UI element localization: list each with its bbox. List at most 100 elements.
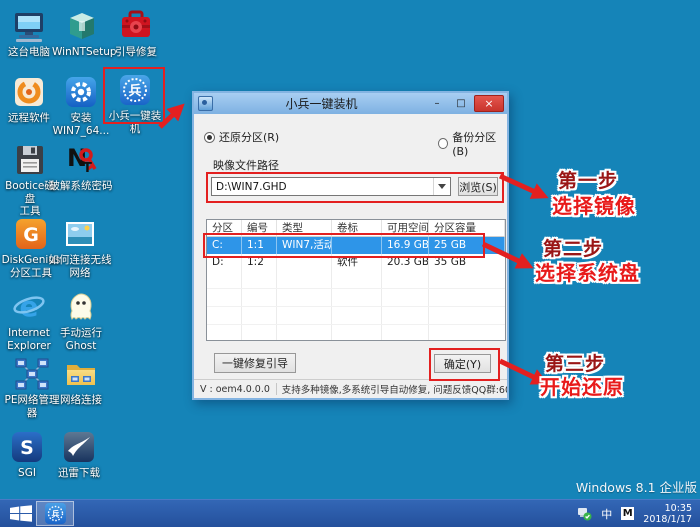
floppy-disk-icon (12, 142, 48, 178)
desktop-icon-label: 小兵一键装机 (108, 110, 162, 135)
column-header[interactable]: 编号 (242, 220, 277, 237)
partition-table-header: 分区 编号 类型 卷标 可用空间 分区容量 (207, 220, 505, 237)
partition-table: 分区 编号 类型 卷标 可用空间 分区容量 C: 1:1 WIN7,活动 16.… (206, 219, 506, 341)
desktop-icon-boot-repair[interactable]: 引导修复 (107, 8, 165, 59)
dialog-title-bar[interactable]: 小兵一键装机 – □ × (194, 93, 507, 114)
svg-text:G: G (23, 224, 39, 246)
svg-text:e: e (20, 290, 39, 323)
status-text: 支持多种镜像,多系统引导自动修复, 问题反馈QQ群:606616468 (281, 385, 507, 396)
radio-label: 还原分区(R) (219, 131, 280, 144)
installer-box-icon (64, 8, 100, 44)
step2-action: 选择系统盘 (535, 261, 640, 285)
internet-explorer-icon: e (11, 289, 47, 325)
minimize-button[interactable]: – (426, 96, 448, 111)
clock-date: 2018/1/17 (643, 513, 692, 525)
computer-icon (11, 8, 47, 44)
network-diagram-icon (14, 356, 50, 392)
desktop-icon-sgi[interactable]: S SGI (0, 429, 54, 480)
svg-text:兵: 兵 (128, 83, 141, 99)
ghost-icon (63, 289, 99, 325)
toolbox-icon (118, 8, 154, 44)
dialog-window-icon (198, 96, 213, 111)
maximize-button[interactable]: □ (450, 96, 472, 111)
svg-text:兵: 兵 (51, 509, 59, 519)
image-path-label: 映像文件路径 (213, 159, 279, 172)
desktop-icon-install-win7[interactable]: 安装 WIN7_64... (51, 74, 111, 137)
ok-button[interactable]: 确定(Y) (434, 354, 491, 373)
taskbar: 兵 中 M 10:35 2018/1/17 (0, 499, 700, 527)
desktop: 这台电脑 WinNTSetup 引导修复 远程软件 安装 WIN7_64... … (0, 0, 700, 527)
ime-language-indicator[interactable]: 中 (601, 506, 612, 522)
desktop-icon-network-connection[interactable]: 网络连接 (51, 356, 111, 407)
table-row-c-drive[interactable]: C: 1:1 WIN7,活动 16.9 GB 25 GB (207, 237, 505, 254)
desktop-icon-thunder[interactable]: 迅雷下载 (49, 429, 109, 480)
desktop-icon-label: 手动运行 Ghost (60, 327, 102, 352)
radio-restore-partition[interactable]: 还原分区(R) (204, 129, 279, 145)
clock-time: 10:35 (664, 502, 692, 514)
radio-unselected-icon (438, 138, 449, 149)
taskbar-app-xiaobing[interactable]: 兵 (36, 501, 74, 526)
browse-button[interactable]: 浏览(S) (458, 177, 498, 196)
windows-logo-icon (10, 505, 32, 522)
desktop-icon-xiaobing-installer[interactable]: 兵 小兵一键装机 (106, 72, 164, 135)
windows-edition-watermark: Windows 8.1 企业版 (575, 480, 697, 495)
dialog-status-bar: V : oem4.0.0.0 支持多种镜像,多系统引导自动修复, 问题反馈QQ群… (194, 379, 507, 398)
system-tray: 中 M 10:35 2018/1/17 (576, 500, 700, 527)
desktop-icon-label: 这台电脑 (8, 46, 50, 58)
dialog-title: 小兵一键装机 (285, 97, 358, 111)
step1-action: 选择镜像 (552, 194, 636, 218)
table-empty-row (207, 289, 505, 307)
image-path-combobox[interactable]: D:\WIN7.GHD (211, 177, 451, 196)
column-header[interactable]: 分区 (207, 220, 242, 237)
radio-selected-icon (204, 131, 215, 143)
desktop-icon-label: 迅雷下载 (58, 467, 100, 479)
dialog-body: 还原分区(R) 备份分区(B) 映像文件路径 D:\WIN7.GHD 浏览(S)… (194, 114, 507, 398)
desktop-icon-winntsetup[interactable]: WinNTSetup (52, 8, 117, 59)
desktop-icon-wireless-help[interactable]: 如何连接无线 网络 (46, 216, 114, 279)
step3-action: 开始还原 (540, 375, 624, 399)
table-row-d-drive[interactable]: D: 1:2 软件 20.3 GB 35 GB (207, 254, 505, 271)
thunder-bird-icon (61, 429, 97, 465)
image-path-value: D:\WIN7.GHD (216, 180, 287, 193)
folder-icon (63, 356, 99, 392)
remote-software-icon (11, 74, 47, 110)
desktop-icon-label: Internet Explorer (7, 327, 51, 352)
column-header[interactable]: 可用空间 (382, 220, 429, 237)
version-text: V : oem4.0.0.0 (200, 383, 270, 395)
diskgenius-icon: G (13, 216, 49, 252)
chevron-down-icon[interactable] (433, 178, 450, 195)
taskbar-clock[interactable]: 10:35 2018/1/17 (643, 503, 692, 525)
desktop-icon-label: 安装 WIN7_64... (52, 112, 110, 137)
ime-mode-icon[interactable]: M (621, 507, 635, 520)
repair-boot-button[interactable]: 一键修复引导 (214, 353, 296, 373)
start-button[interactable] (8, 504, 34, 523)
desktop-icon-label: SGI (18, 467, 36, 479)
desktop-icon-this-pc[interactable]: 这台电脑 (0, 8, 58, 59)
desktop-icon-label: 远程软件 (8, 112, 50, 124)
photo-icon (62, 216, 98, 252)
radio-label: 备份分区(B) (452, 131, 497, 158)
desktop-icon-label: 引导修复 (115, 46, 157, 58)
column-header[interactable]: 类型 (277, 220, 332, 237)
table-empty-row (207, 307, 505, 325)
desktop-icon-remote-software[interactable]: 远程软件 (0, 74, 58, 125)
table-empty-row (207, 325, 505, 340)
radio-backup-partition[interactable]: 备份分区(B) (438, 129, 507, 158)
svg-text:T: T (83, 161, 92, 176)
desktop-icon-label: 如何连接无线 网络 (48, 254, 112, 279)
desktop-icon-ghost[interactable]: 手动运行 Ghost (51, 289, 111, 352)
svg-text:S: S (20, 437, 34, 459)
status-divider (275, 383, 277, 395)
close-button[interactable]: × (474, 95, 504, 112)
desktop-icon-label: WinNTSetup (52, 46, 117, 58)
desktop-icon-crack-password[interactable]: NT 破解系统密码 (48, 142, 114, 193)
column-header[interactable]: 卷标 (332, 220, 382, 237)
column-header[interactable]: 分区容量 (429, 220, 505, 237)
key-icon: NT (63, 142, 99, 178)
sgi-icon: S (9, 429, 45, 465)
table-empty-row (207, 271, 505, 289)
network-tray-icon[interactable] (576, 506, 592, 521)
desktop-icon-internet-explorer[interactable]: e Internet Explorer (0, 289, 58, 352)
gear-icon (63, 74, 99, 110)
step1-title: 第一步 (558, 170, 619, 192)
